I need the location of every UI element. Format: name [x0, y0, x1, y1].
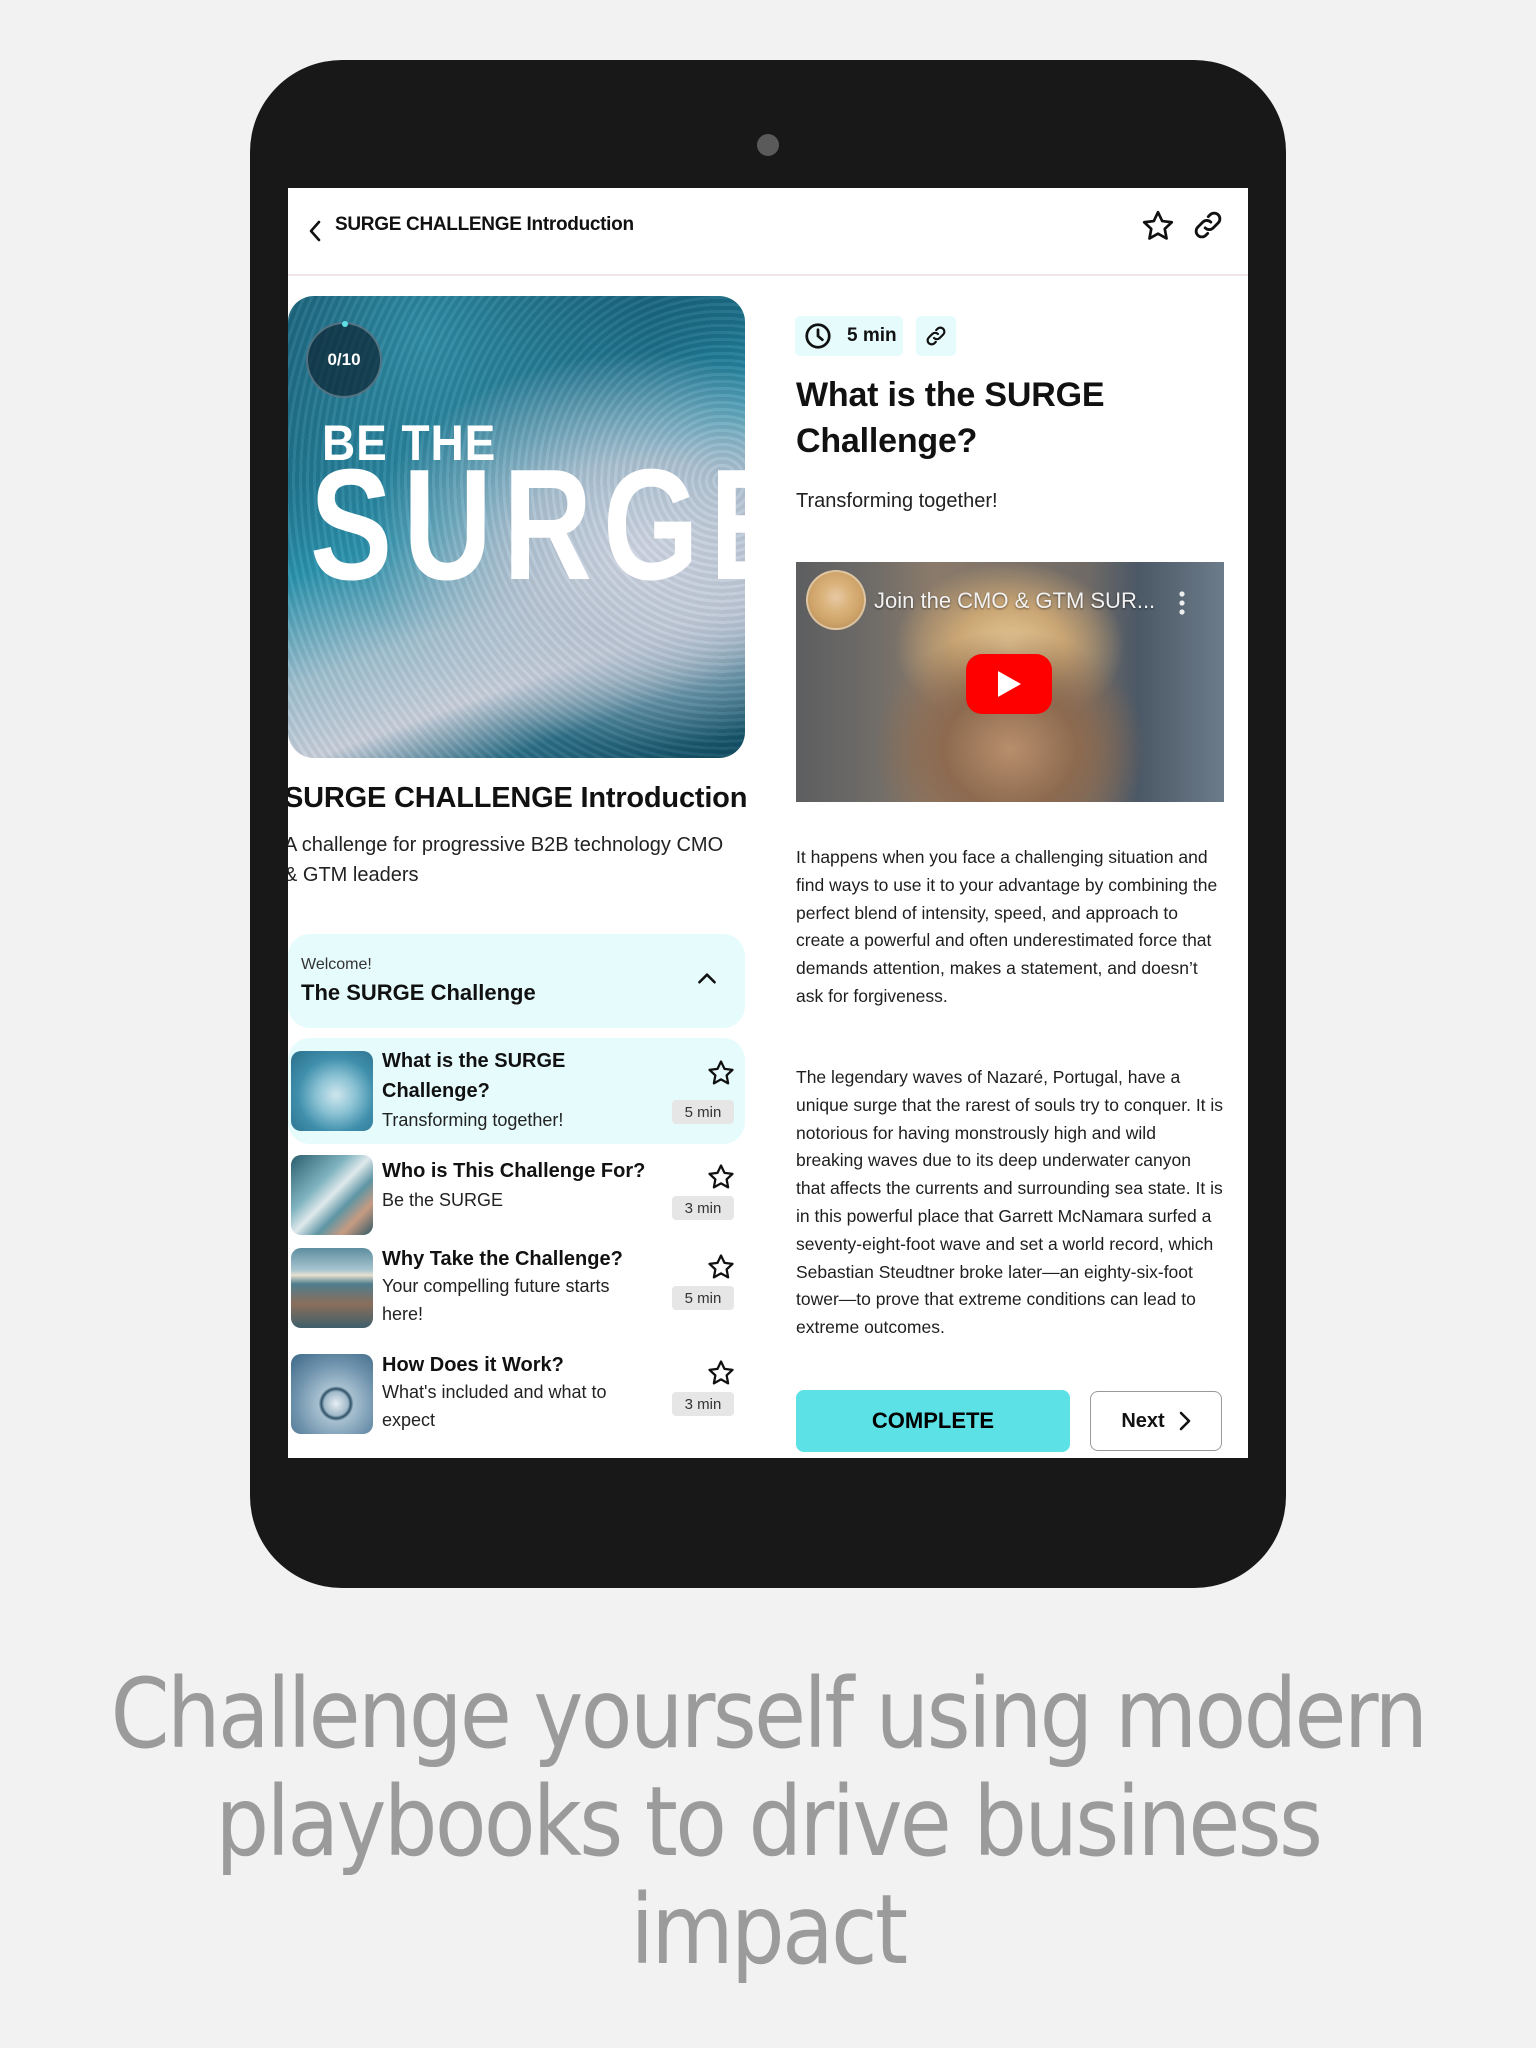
- marketing-tagline: Challenge yourself using modern playbook…: [110, 1658, 1428, 1986]
- course-hero-image: 0/10 BE THE SURGE: [288, 296, 745, 758]
- lesson-title: Why Take the Challenge?: [382, 1248, 623, 1270]
- link-icon: [926, 326, 946, 346]
- star-outline-icon: [1142, 210, 1174, 240]
- lesson-title: Who is This Challenge For?: [382, 1160, 646, 1182]
- next-button[interactable]: Next: [1090, 1391, 1222, 1451]
- star-outline-icon[interactable]: [706, 1252, 736, 1282]
- back-button[interactable]: [302, 212, 328, 250]
- lesson-thumbnail-sailing: [291, 1155, 373, 1235]
- lesson-item[interactable]: Why Take the Challenge? Your compelling …: [288, 1244, 745, 1344]
- module-kicker: Welcome!: [301, 956, 372, 973]
- star-outline-icon[interactable]: [706, 1058, 736, 1088]
- lesson-subtitle: Transforming together!: [382, 1110, 564, 1130]
- progress-ring: 0/10: [306, 321, 382, 398]
- page-title: SURGE CHALLENGE Introduction: [335, 214, 634, 235]
- course-description: A challenge for progressive B2B technolo…: [288, 834, 724, 886]
- app-screen: SURGE CHALLENGE Introduction 0/10 BE THE…: [288, 188, 1248, 1458]
- lesson-thumbnail-compass: [291, 1354, 373, 1434]
- chevron-right-icon: [1179, 1411, 1190, 1431]
- lesson-subtitle: Your compelling future starts here!: [382, 1276, 610, 1324]
- next-label: Next: [1121, 1409, 1165, 1432]
- lesson-thumbnail-pier: [291, 1248, 373, 1328]
- favorite-button[interactable]: [1140, 208, 1176, 244]
- lesson-title: How Does it Work?: [382, 1354, 564, 1376]
- video-player[interactable]: Join the CMO & GTM SUR...: [796, 562, 1224, 802]
- star-outline-icon[interactable]: [706, 1358, 736, 1388]
- lesson-paragraph: The legendary waves of Nazaré, Portugal,…: [796, 1067, 1224, 1338]
- link-icon: [1194, 211, 1222, 239]
- module-title: The SURGE Challenge: [301, 980, 536, 1005]
- lesson-detail-subtitle: Transforming together!: [796, 490, 998, 512]
- share-link-button[interactable]: [1191, 208, 1227, 244]
- lesson-duration-badge: 5 min: [672, 1286, 734, 1310]
- lesson-item[interactable]: Who is This Challenge For? Be the SURGE …: [288, 1152, 745, 1236]
- front-camera: [757, 134, 779, 156]
- lesson-subtitle: What's included and what to expect: [382, 1382, 607, 1430]
- lesson-item[interactable]: What is the SURGE Challenge? Transformin…: [288, 1038, 745, 1144]
- video-title: Join the CMO & GTM SUR...: [874, 588, 1156, 613]
- duration-chip: 5 min: [795, 316, 903, 356]
- progress-count: 0/10: [327, 350, 361, 369]
- chevron-up-icon[interactable]: [694, 966, 720, 992]
- copy-link-button[interactable]: [916, 316, 956, 356]
- star-outline-icon[interactable]: [706, 1162, 736, 1192]
- lesson-item[interactable]: How Does it Work? What's included and wh…: [288, 1350, 745, 1458]
- module-header[interactable]: Welcome! The SURGE Challenge: [288, 934, 745, 1028]
- lesson-title: What is the SURGE Challenge?: [382, 1050, 566, 1102]
- lesson-duration-badge: 3 min: [672, 1392, 734, 1416]
- lesson-subtitle: Be the SURGE: [382, 1190, 504, 1210]
- play-button[interactable]: [966, 654, 1052, 714]
- lesson-duration-badge: 5 min: [672, 1100, 734, 1124]
- more-vertical-icon[interactable]: [1176, 590, 1188, 616]
- channel-avatar: [806, 570, 866, 630]
- top-bar: SURGE CHALLENGE Introduction: [288, 188, 1248, 276]
- lesson-heading: What is the SURGE Challenge?: [796, 376, 1105, 460]
- youtube-play-icon: [998, 671, 1021, 697]
- lesson-thumbnail-wave: [291, 1051, 373, 1131]
- duration-text: 5 min: [847, 325, 897, 346]
- course-title: SURGE CHALLENGE Introduction: [288, 782, 748, 814]
- lesson-paragraph: It happens when you face a challenging s…: [796, 847, 1218, 1006]
- chevron-left-icon: [309, 220, 321, 242]
- clock-icon: [805, 323, 831, 349]
- hero-text-surge: SURGE: [310, 437, 745, 613]
- complete-button[interactable]: COMPLETE: [796, 1390, 1070, 1452]
- progress-indicator-dot: [342, 321, 348, 327]
- lesson-duration-badge: 3 min: [672, 1196, 734, 1220]
